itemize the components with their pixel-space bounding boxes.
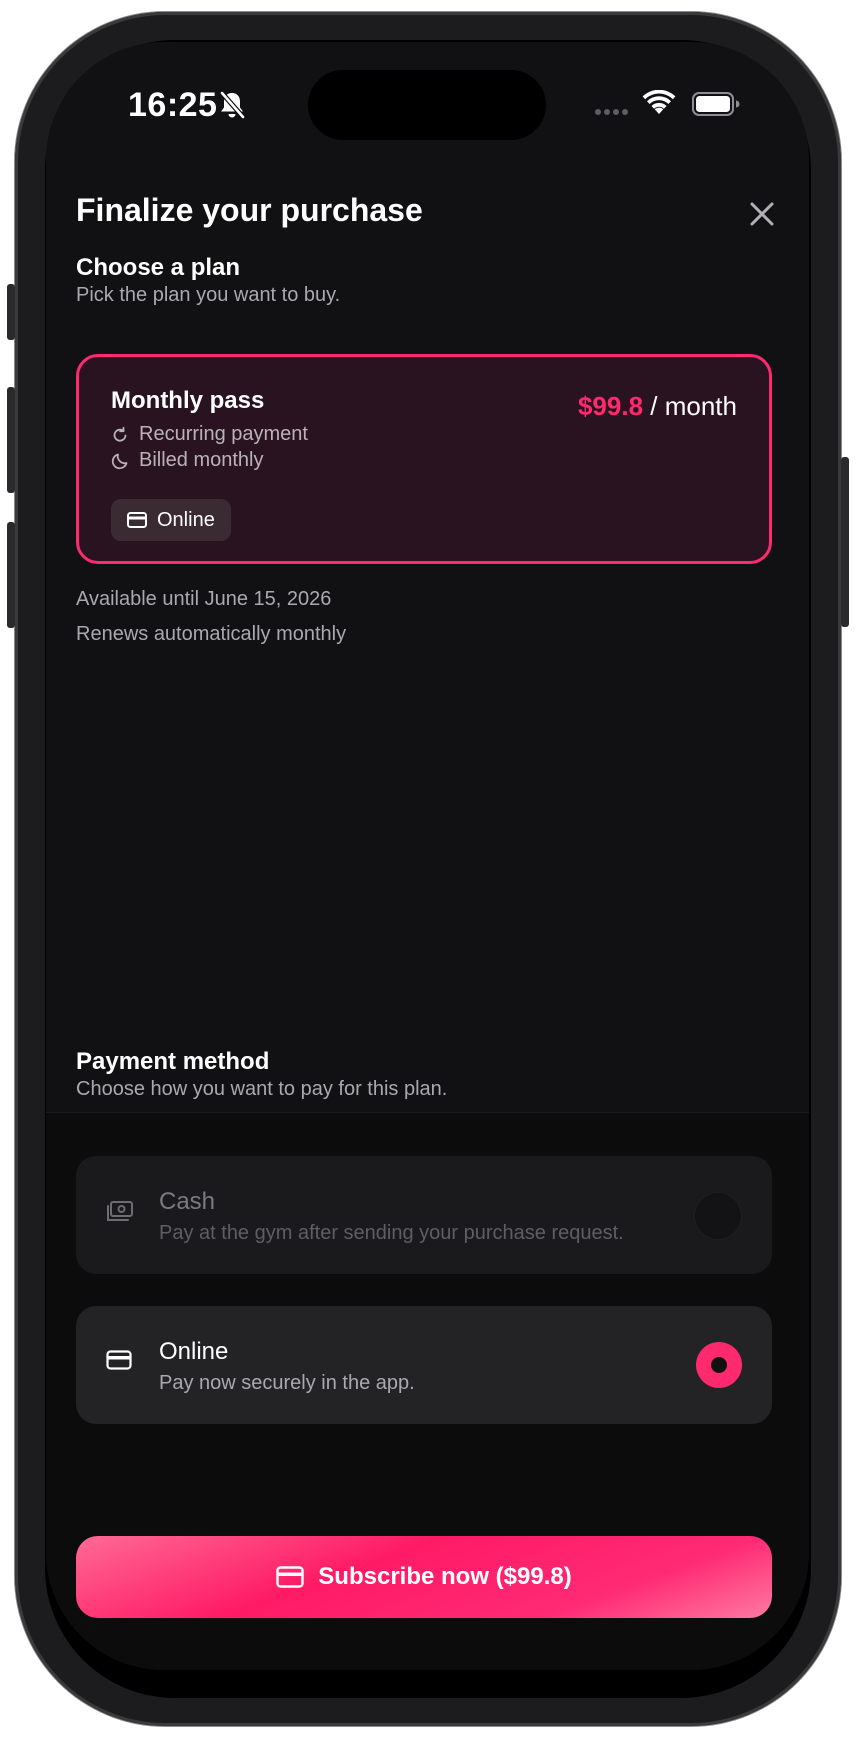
plan-feature-label: Billed monthly <box>139 449 264 471</box>
cellular-signal-icon <box>595 109 628 115</box>
battery-icon <box>692 92 740 116</box>
radio-unselected[interactable] <box>694 1192 742 1240</box>
card-icon <box>276 1566 304 1588</box>
plan-price-period: / month <box>650 391 737 421</box>
wifi-icon <box>642 90 676 114</box>
payment-option-label: Online <box>159 1338 229 1365</box>
screen: 16:25 Finalize your purchase Choose a pl… <box>46 42 809 1670</box>
radio-selected[interactable] <box>696 1342 742 1388</box>
plan-section-title: Choose a plan <box>76 254 241 281</box>
payment-option-cash[interactable]: Cash Pay at the gym after sending your p… <box>76 1156 772 1274</box>
plan-feature-billing: Billed monthly <box>111 449 264 472</box>
page-title: Finalize your purchase <box>76 192 423 228</box>
radio-dot <box>711 1357 727 1373</box>
subscribe-button-label: Subscribe now ($99.8) <box>318 1563 572 1590</box>
mute-switch <box>7 284 15 340</box>
status-time: 16:25 <box>128 86 218 124</box>
plan-feature-recurring: Recurring payment <box>111 423 308 446</box>
refresh-icon <box>113 426 127 441</box>
close-icon[interactable] <box>746 198 778 230</box>
payment-section-title: Payment method <box>76 1048 270 1075</box>
plan-price: $99.8 / month <box>578 391 737 422</box>
subscribe-button[interactable]: Subscribe now ($99.8) <box>76 1536 772 1618</box>
volume-down-button <box>7 522 15 628</box>
dynamic-island <box>308 70 546 140</box>
plan-name: Monthly pass <box>111 387 265 414</box>
card-icon <box>127 512 147 528</box>
plan-card-monthly-pass[interactable]: Monthly pass $99.8 / month Recurring pay… <box>76 354 772 564</box>
renewal-text: Renews automatically monthly <box>76 623 347 645</box>
payment-option-description: Pay now securely in the app. <box>159 1372 415 1394</box>
card-icon <box>106 1350 132 1370</box>
payment-type-chip: Online <box>111 499 231 541</box>
cash-icon <box>107 1201 133 1221</box>
moon-icon <box>111 453 128 469</box>
availability-text: Available until June 15, 2026 <box>76 588 332 610</box>
plan-feature-label: Recurring payment <box>139 423 308 445</box>
payment-section-subtitle: Choose how you want to pay for this plan… <box>76 1078 448 1100</box>
plan-price-amount: $99.8 <box>577 391 644 421</box>
payment-option-description: Pay at the gym after sending your purcha… <box>159 1222 624 1244</box>
chip-label: Online <box>157 508 215 531</box>
volume-up-button <box>7 387 15 493</box>
payment-option-label: Cash <box>159 1188 216 1215</box>
bell-muted-icon <box>220 91 245 119</box>
payment-option-online[interactable]: Online Pay now securely in the app. <box>76 1306 772 1424</box>
power-button <box>841 457 849 627</box>
plan-section-subtitle: Pick the plan you want to buy. <box>76 284 341 306</box>
